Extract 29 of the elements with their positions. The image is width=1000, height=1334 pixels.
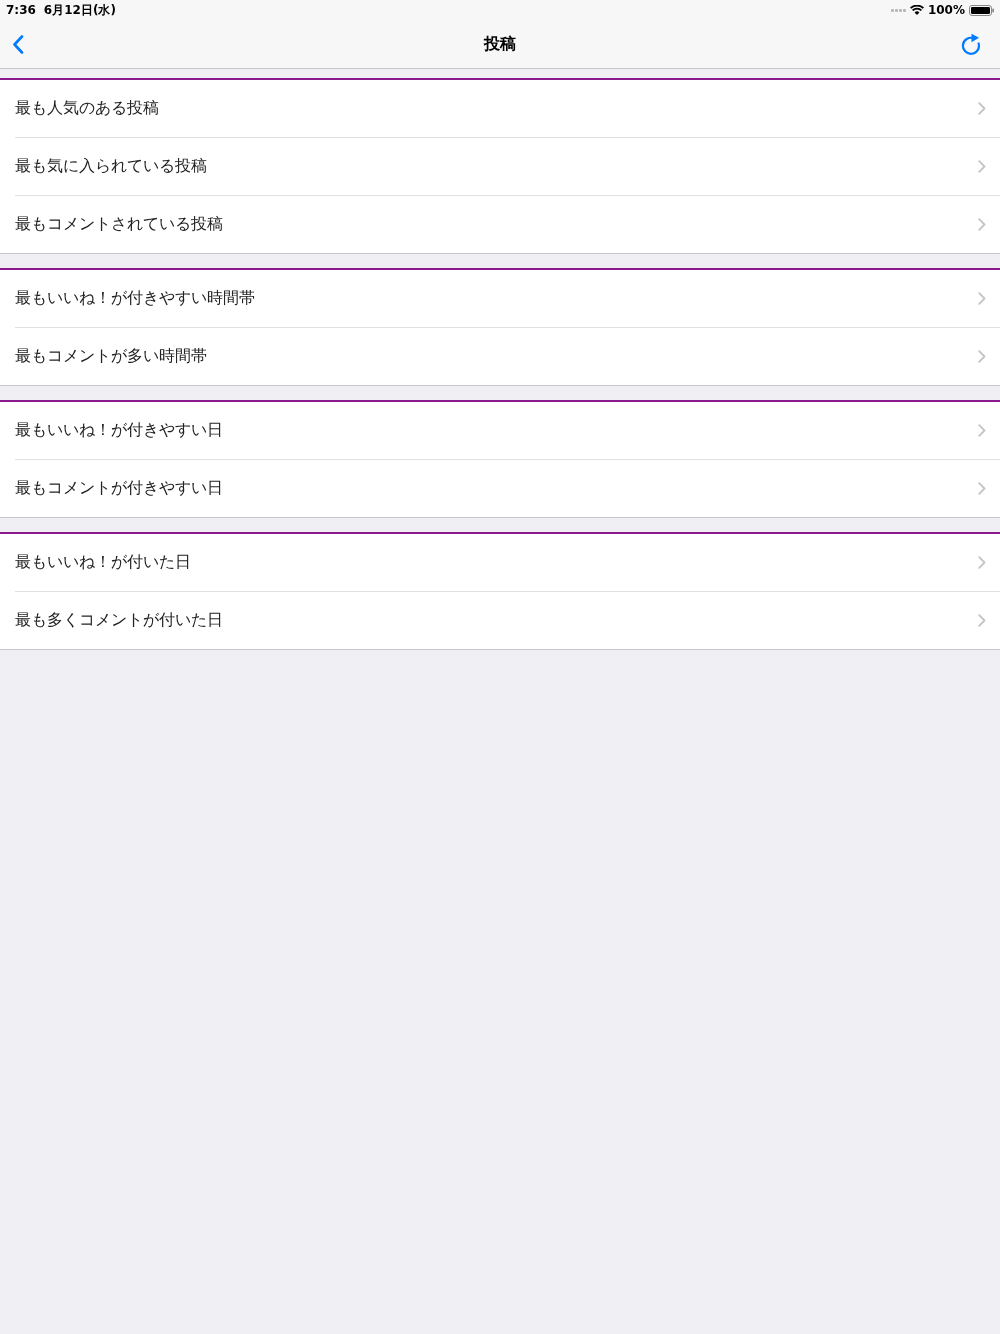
list-row[interactable]: 最も気に入られている投稿 [15, 138, 1000, 196]
refresh-icon [960, 33, 981, 55]
list-row[interactable]: 最もコメントされている投稿 [15, 196, 1000, 253]
status-date: 6月12日(水) [43, 2, 116, 19]
list-row[interactable]: 最もコメントが付きやすい日 [15, 460, 1000, 517]
chevron-right-icon [978, 424, 986, 437]
back-button[interactable] [12, 34, 24, 54]
chevron-right-icon [978, 292, 986, 305]
back-chevron-icon [12, 34, 24, 54]
battery-percent: 100% [927, 2, 965, 19]
chevron-right-icon [978, 556, 986, 569]
wifi-icon [909, 5, 924, 15]
list-row[interactable]: 最もいいね！が付いた日 [15, 534, 1000, 592]
list-row[interactable]: 最もいいね！が付きやすい日 [15, 402, 1000, 460]
cellular-signal-icon [890, 8, 906, 12]
refresh-button[interactable] [960, 33, 981, 55]
list-row[interactable]: 最も多くコメントが付いた日 [15, 592, 1000, 649]
chevron-right-icon [978, 614, 986, 627]
list-row[interactable]: 最もいいね！が付きやすい時間帯 [15, 270, 1000, 328]
list-row[interactable]: 最も人気のある投稿 [15, 80, 1000, 138]
navigation-title: 投稿 [484, 33, 516, 55]
battery-icon [969, 4, 994, 16]
chevron-right-icon [978, 350, 986, 363]
chevron-right-icon [978, 482, 986, 495]
status-time: 7:36 [6, 2, 36, 19]
chevron-right-icon [978, 102, 986, 115]
chevron-right-icon [978, 218, 986, 231]
list-row[interactable]: 最もコメントが多い時間帯 [15, 328, 1000, 385]
chevron-right-icon [978, 160, 986, 173]
